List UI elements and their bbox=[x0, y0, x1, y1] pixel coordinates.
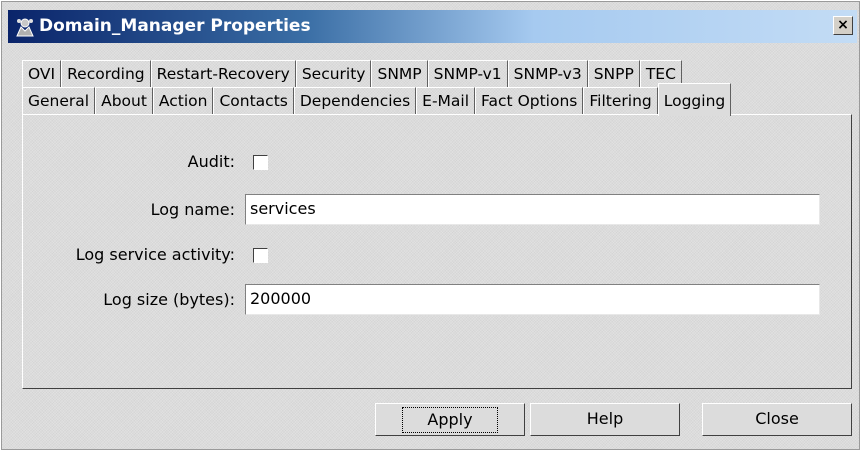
close-icon: × bbox=[837, 17, 849, 33]
tab-snmp[interactable]: SNMP bbox=[371, 60, 428, 87]
tab-e-mail[interactable]: E-Mail bbox=[416, 87, 476, 114]
tab-about[interactable]: About bbox=[95, 87, 153, 114]
log-size-label: Log size (bytes): bbox=[103, 290, 235, 309]
tab-snmp-v1[interactable]: SNMP-v1 bbox=[427, 60, 508, 87]
audit-checkbox[interactable] bbox=[253, 155, 268, 170]
log-service-activity-label: Log service activity: bbox=[75, 245, 235, 264]
log-name-label: Log name: bbox=[150, 200, 235, 219]
tab-security[interactable]: Security bbox=[295, 60, 372, 87]
window-title: Domain_Manager Properties bbox=[39, 16, 311, 36]
apply-button-label: Apply bbox=[402, 407, 498, 433]
close-button-label: Close bbox=[755, 409, 799, 428]
tab-filtering[interactable]: Filtering bbox=[583, 87, 658, 114]
tab-dependencies[interactable]: Dependencies bbox=[293, 87, 417, 114]
tab-snpp[interactable]: SNPP bbox=[587, 60, 640, 87]
logging-panel: Audit: Log name: services Log service ac… bbox=[22, 114, 852, 389]
help-button[interactable]: Help bbox=[530, 403, 680, 436]
properties-dialog: Domain_Manager Properties × OVI Recordin… bbox=[1, 1, 860, 450]
tab-contacts[interactable]: Contacts bbox=[213, 87, 294, 114]
audit-label: Audit: bbox=[187, 152, 235, 171]
app-icon bbox=[16, 18, 34, 37]
close-window-button[interactable]: × bbox=[833, 16, 853, 35]
log-service-activity-checkbox[interactable] bbox=[253, 248, 268, 263]
tab-logging[interactable]: Logging bbox=[657, 83, 732, 116]
tab-recording[interactable]: Recording bbox=[61, 60, 151, 87]
apply-button[interactable]: Apply bbox=[375, 403, 525, 436]
log-size-field[interactable]: 200000 bbox=[245, 284, 820, 315]
tab-fact-options[interactable]: Fact Options bbox=[475, 87, 584, 114]
tab-restart-recovery[interactable]: Restart-Recovery bbox=[150, 60, 296, 87]
tab-row-front: General About Action Contacts Dependenci… bbox=[22, 83, 732, 116]
tab-action[interactable]: Action bbox=[152, 87, 214, 114]
tab-general[interactable]: General bbox=[22, 87, 96, 114]
title-bar[interactable]: Domain_Manager Properties × bbox=[8, 10, 857, 43]
help-button-label: Help bbox=[586, 409, 624, 428]
log-name-field[interactable]: services bbox=[245, 194, 820, 225]
close-button[interactable]: Close bbox=[702, 403, 852, 436]
tab-row-back: OVI Recording Restart-Recovery Security … bbox=[22, 60, 682, 87]
tab-snmp-v3[interactable]: SNMP-v3 bbox=[507, 60, 588, 87]
tab-ovi[interactable]: OVI bbox=[22, 60, 62, 87]
